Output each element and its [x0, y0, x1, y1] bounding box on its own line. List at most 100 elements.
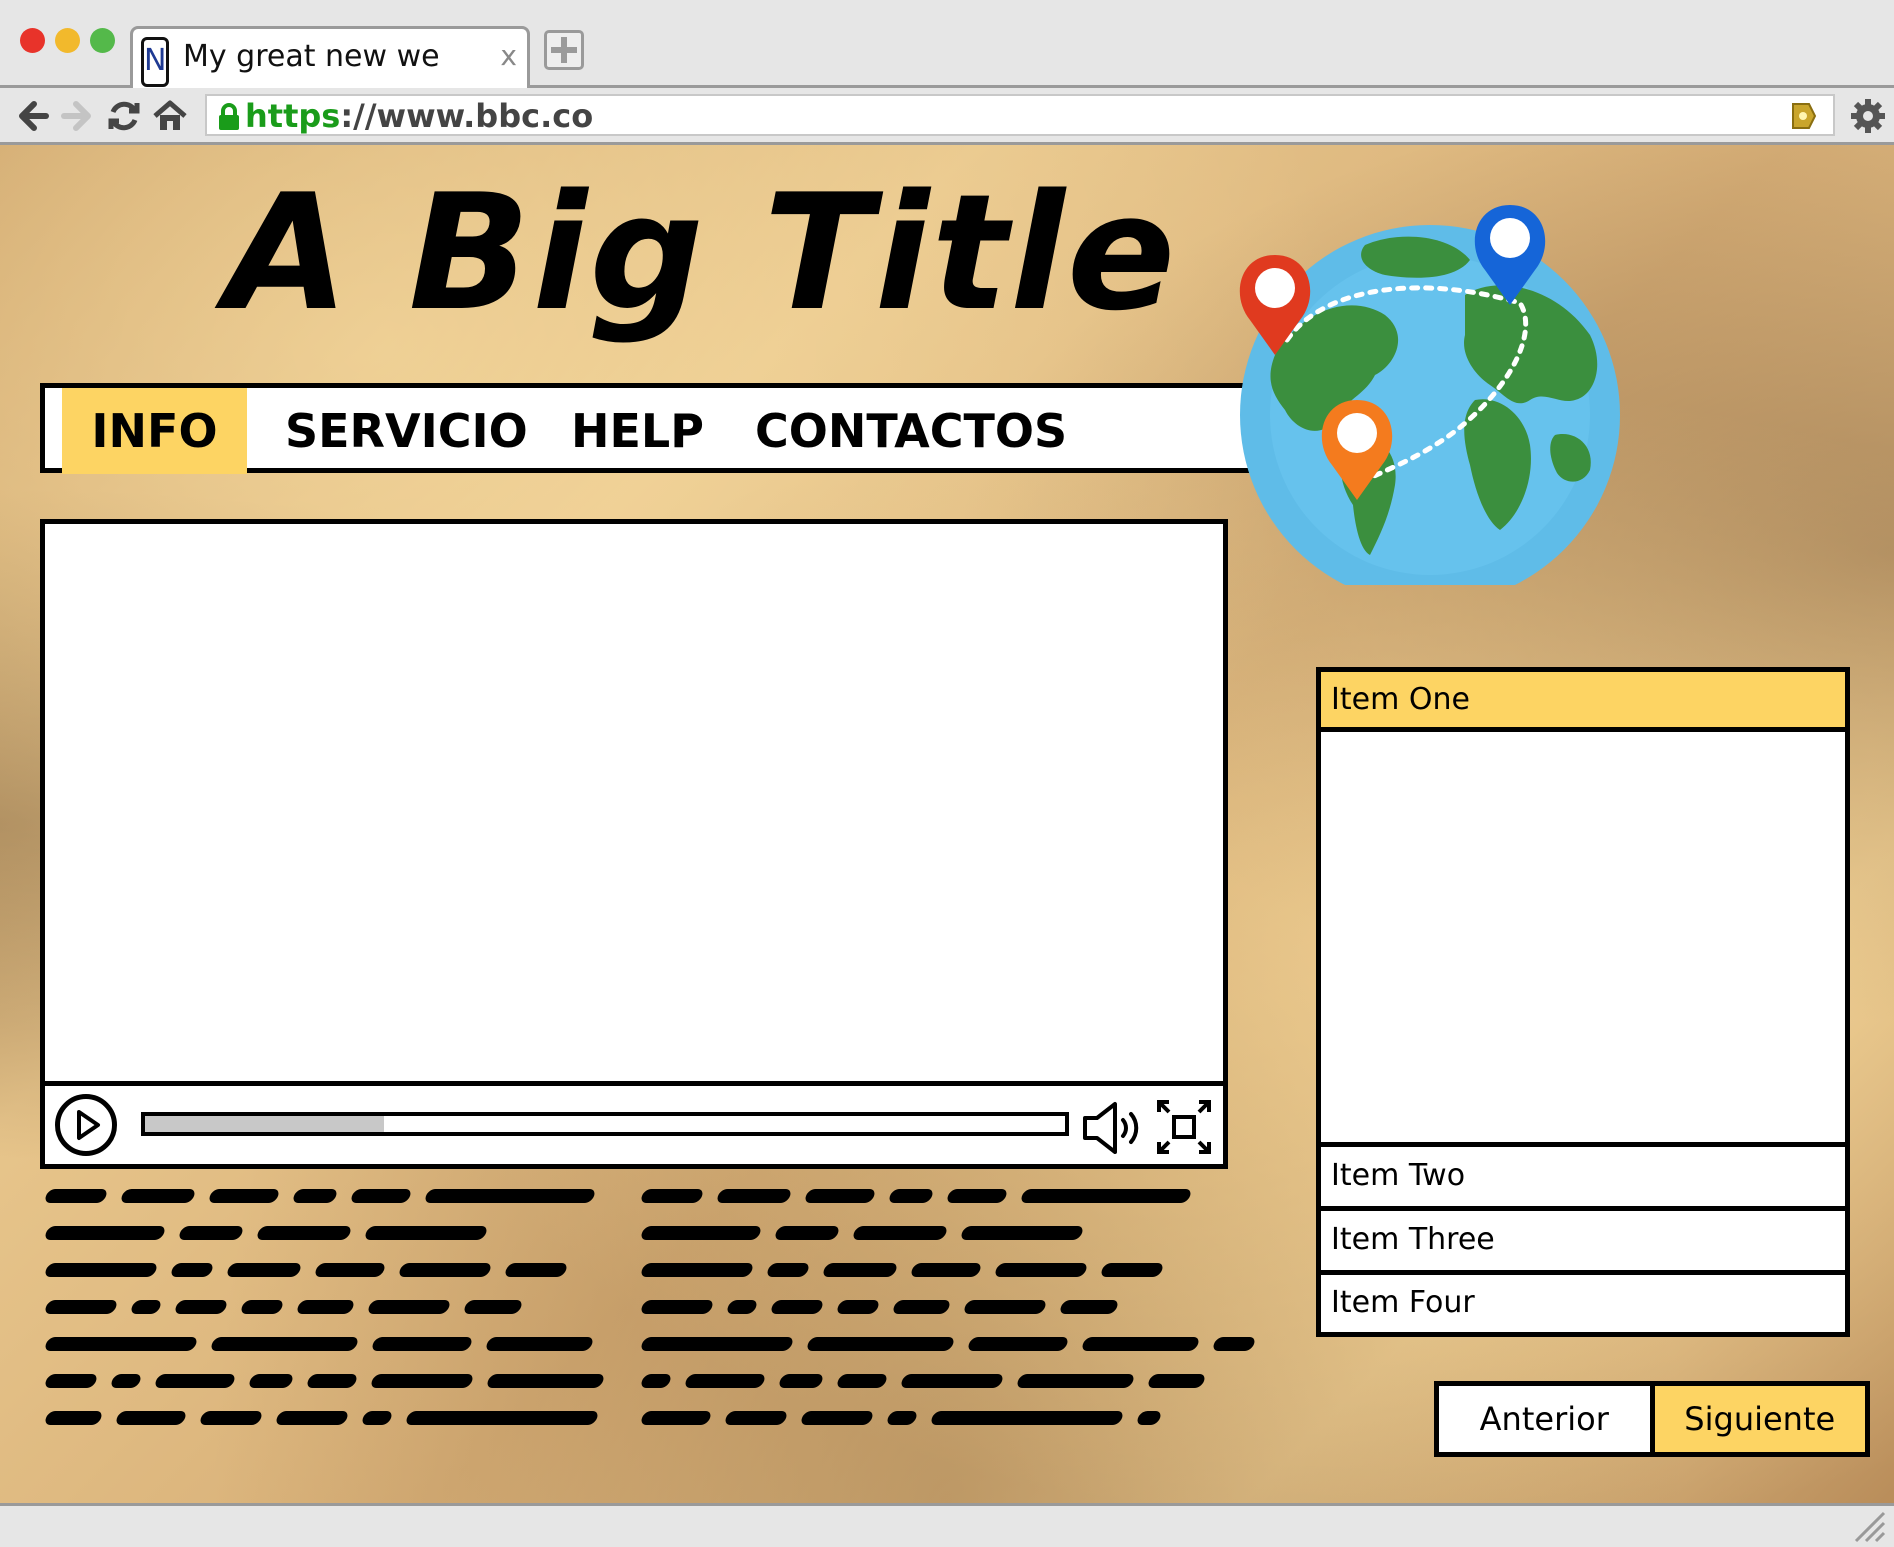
scribble-word [43, 1300, 119, 1314]
main-nav: INFO SERVICIO HELP CONTACTOS [40, 383, 1260, 474]
list-item-one-content [1321, 732, 1845, 1146]
bookmark-icon[interactable] [1789, 102, 1817, 130]
scribble-word [247, 1374, 295, 1388]
scribble-word [1211, 1337, 1257, 1351]
scribble-word [295, 1300, 356, 1314]
scribble-word [173, 1300, 229, 1314]
browser-tab[interactable]: N My great new we x [130, 26, 530, 88]
close-window-button[interactable] [20, 28, 45, 53]
scribble-word [370, 1337, 474, 1351]
browser-window: N My great new we x https://www.bbc.co A… [0, 0, 1894, 1547]
scribble-word [639, 1263, 755, 1277]
scribble-word [225, 1263, 303, 1277]
scribble-line [43, 1222, 646, 1244]
nav-item-info[interactable]: INFO [62, 388, 247, 474]
new-tab-button[interactable] [544, 30, 584, 70]
scribble-word [799, 1411, 875, 1425]
home-icon[interactable] [152, 98, 188, 134]
reload-icon[interactable] [106, 98, 142, 134]
scribble-word [639, 1189, 705, 1203]
scribble-word [909, 1263, 983, 1277]
scribble-word [114, 1411, 188, 1425]
list-item-three[interactable]: Item Three [1321, 1206, 1845, 1270]
scribble-line [639, 1333, 1257, 1355]
favicon-icon: N [141, 37, 169, 87]
scribble-word [43, 1411, 104, 1425]
list-item-one[interactable]: Item One [1321, 672, 1845, 732]
video-progress-fill [145, 1116, 385, 1132]
scribble-word [851, 1226, 949, 1240]
nav-item-contactos[interactable]: CONTACTOS [755, 388, 1067, 474]
scribble-word [484, 1337, 595, 1351]
scribble-line [43, 1185, 646, 1207]
scribble-word [765, 1263, 811, 1277]
resize-grip-icon[interactable] [1852, 1509, 1886, 1543]
scribble-line [639, 1185, 1242, 1207]
scribble-word [962, 1300, 1048, 1314]
globe-illustration [1235, 185, 1625, 605]
scribble-line [639, 1407, 1242, 1429]
nav-item-help[interactable]: HELP [570, 388, 705, 474]
back-arrow-icon[interactable] [14, 98, 50, 134]
video-player[interactable] [40, 519, 1228, 1169]
play-icon [77, 1110, 100, 1140]
scribble-word [209, 1337, 360, 1351]
scribble-word [43, 1189, 109, 1203]
scribble-word [485, 1374, 606, 1388]
scribble-word [899, 1374, 1005, 1388]
volume-icon[interactable] [1081, 1100, 1143, 1156]
nav-item-servicio[interactable]: SERVICIO [285, 388, 528, 474]
scribble-word [177, 1226, 245, 1240]
url-domain: ://www.bbc.co [340, 97, 594, 135]
scribble-word [821, 1263, 899, 1277]
video-progress-bar[interactable] [141, 1112, 1069, 1136]
scribble-word [725, 1300, 759, 1314]
forward-arrow-icon[interactable] [60, 98, 96, 134]
gear-icon[interactable] [1850, 98, 1886, 134]
scribble-line [43, 1296, 646, 1318]
scribble-word [769, 1300, 825, 1314]
scribble-word [966, 1337, 1070, 1351]
scribble-word [891, 1300, 952, 1314]
page-title: A Big Title [225, 159, 1178, 346]
list-item-four[interactable]: Item Four [1321, 1270, 1845, 1332]
scribble-word [313, 1263, 387, 1277]
scribble-word [423, 1189, 597, 1203]
status-bar [0, 1503, 1894, 1547]
scribble-word [239, 1300, 285, 1314]
tab-title: My great new we [183, 39, 440, 74]
fullscreen-icon[interactable] [1155, 1098, 1213, 1156]
scribble-word [198, 1411, 264, 1425]
scribble-word [366, 1300, 452, 1314]
scribble-word [43, 1226, 167, 1240]
list-item-two[interactable]: Item Two [1321, 1142, 1845, 1206]
scribble-word [43, 1263, 159, 1277]
tab-close-button[interactable]: x [500, 39, 517, 72]
url-protocol: https [245, 97, 341, 135]
scribble-word [119, 1189, 197, 1203]
scribble-word [207, 1189, 281, 1203]
scribble-word [255, 1226, 353, 1240]
pager: Anterior Siguiente [1434, 1381, 1870, 1457]
scribble-word [503, 1263, 569, 1277]
play-button[interactable] [55, 1094, 117, 1156]
page-content: A Big Title INFO SERVICIO HELP CONTACTOS [0, 145, 1894, 1503]
scribble-word [1146, 1374, 1207, 1388]
scribble-word [835, 1374, 889, 1388]
placeholder-text-left [43, 1185, 646, 1444]
scribble-word [109, 1374, 143, 1388]
scribble-word [462, 1300, 524, 1314]
scribble-line [639, 1259, 1242, 1281]
url-input[interactable]: https://www.bbc.co [205, 94, 1835, 136]
scribble-line [43, 1407, 646, 1429]
maximize-window-button[interactable] [90, 28, 115, 53]
next-button[interactable]: Siguiente [1649, 1386, 1865, 1452]
scribble-word [363, 1226, 489, 1240]
scribble-word [887, 1189, 935, 1203]
minimize-window-button[interactable] [55, 28, 80, 53]
scribble-word [803, 1189, 877, 1203]
scribble-word [959, 1226, 1085, 1240]
scribble-word [639, 1226, 763, 1240]
scribble-line [43, 1333, 646, 1355]
previous-button[interactable]: Anterior [1439, 1386, 1650, 1452]
